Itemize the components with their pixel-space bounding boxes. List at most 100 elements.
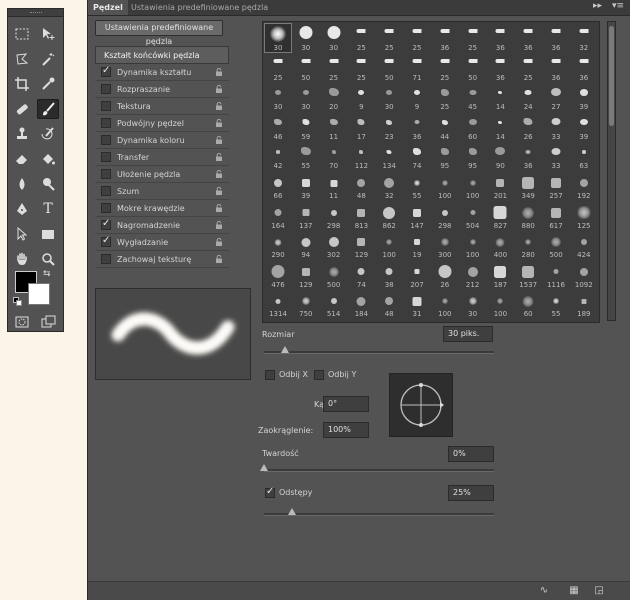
lock-icon[interactable] [215, 186, 223, 195]
lock-icon[interactable] [215, 135, 223, 144]
angle-field[interactable]: 0° [323, 396, 369, 412]
brush-tip-cell[interactable]: 257 [543, 172, 569, 200]
brush-tip-cell[interactable]: 100 [460, 172, 486, 200]
brush-tip-cell[interactable]: 25 [321, 54, 347, 82]
brush-tip-cell[interactable]: 46 [265, 113, 291, 141]
spacing-field[interactable]: 25% [448, 485, 494, 501]
brush-option-checkbox[interactable] [101, 135, 111, 145]
brush-tip-cell[interactable]: 71 [404, 54, 430, 82]
brush-tip-cell[interactable]: 70 [321, 142, 347, 170]
crop-tool[interactable] [11, 74, 33, 94]
brush-tip-cell[interactable]: 302 [321, 231, 347, 259]
brush-tip-cell[interactable]: 862 [376, 202, 402, 230]
brush-option-checkbox[interactable] [101, 65, 111, 77]
brush-tip-cell[interactable]: 36 [543, 54, 569, 82]
angle-roundness-widget[interactable] [389, 373, 453, 437]
brush-tip-cell[interactable]: 55 [293, 142, 319, 170]
type-tool[interactable]: T [37, 199, 59, 219]
brush-tip-cell[interactable]: 189 [571, 290, 597, 318]
brush-tip-cell[interactable]: 1537 [515, 261, 541, 289]
brush-tip-cell[interactable]: 25 [460, 24, 486, 52]
brush-option-checkbox[interactable] [101, 152, 111, 162]
brush-tip-cell[interactable]: 36 [571, 54, 597, 82]
brush-tip-cell[interactable]: 30 [293, 83, 319, 111]
brush-tip-cell[interactable]: 504 [460, 202, 486, 230]
brush-tip-cell[interactable]: 36 [487, 54, 513, 82]
lock-icon[interactable] [215, 220, 223, 229]
brush-tip-cell[interactable]: 164 [265, 202, 291, 230]
brush-tip-cell[interactable]: 290 [265, 231, 291, 259]
clone-stamp-tool[interactable] [11, 124, 33, 144]
brush-tip-cell[interactable]: 100 [432, 172, 458, 200]
brush-option-item[interactable]: Zachowaj teksturę [95, 251, 229, 268]
brush-option-checkbox[interactable] [101, 101, 111, 111]
brush-option-item[interactable]: Transfer [95, 149, 229, 166]
brush-tip-cell[interactable]: 36 [404, 113, 430, 141]
brush-tip-cell[interactable]: 184 [348, 290, 374, 318]
background-color-swatch[interactable] [28, 283, 50, 305]
pen-tool[interactable] [11, 199, 33, 219]
brush-tip-cell[interactable]: 147 [404, 202, 430, 230]
brush-option-item[interactable]: Dynamika kształtu [95, 64, 229, 81]
brush-tip-cell[interactable]: 95 [460, 142, 486, 170]
brush-tip-cell[interactable]: 880 [515, 202, 541, 230]
brush-tip-cell[interactable]: 424 [571, 231, 597, 259]
brush-tip-cell[interactable]: 100 [432, 290, 458, 318]
lock-icon[interactable] [215, 203, 223, 212]
brush-tip-cell[interactable]: 24 [515, 83, 541, 111]
paint-bucket-tool[interactable] [37, 149, 59, 169]
rectangular-marquee-tool[interactable] [11, 24, 33, 44]
hardness-field[interactable]: 0% [448, 446, 494, 462]
brush-tip-cell[interactable]: 827 [487, 202, 513, 230]
brush-tip-cell[interactable]: 19 [404, 231, 430, 259]
brush-tip-cell[interactable]: 187 [487, 261, 513, 289]
brush-tip-cell[interactable]: 36 [515, 142, 541, 170]
brush-tip-cell[interactable]: 617 [543, 202, 569, 230]
lock-icon[interactable] [215, 84, 223, 93]
brush-tip-cell[interactable]: 94 [293, 231, 319, 259]
brush-tip-cell[interactable]: 112 [348, 142, 374, 170]
brush-tip-cell[interactable]: 36 [432, 24, 458, 52]
brush-tip-cell[interactable]: 66 [265, 172, 291, 200]
brush-tip-cell[interactable]: 298 [321, 202, 347, 230]
brush-tip-cell[interactable]: 60 [460, 113, 486, 141]
brush-tip-cell[interactable]: 50 [293, 54, 319, 82]
brush-tip-cell[interactable]: 48 [348, 172, 374, 200]
brush-option-checkbox[interactable] [101, 186, 111, 196]
brush-tip-shape-item[interactable]: Kształt końcówki pędzla [95, 46, 229, 64]
brush-tip-cell[interactable]: 25 [348, 54, 374, 82]
path-selection-tool[interactable] [11, 224, 33, 244]
brush-tip-cell[interactable]: 32 [571, 24, 597, 52]
brush-tip-cell[interactable]: 25 [404, 24, 430, 52]
brush-option-item[interactable]: Podwójny pędzel [95, 115, 229, 132]
size-field[interactable]: 30 piks. [443, 326, 493, 342]
brush-tip-cell[interactable]: 36 [515, 24, 541, 52]
brush-tip-cell[interactable]: 63 [571, 142, 597, 170]
brush-tip-cell[interactable]: 25 [265, 54, 291, 82]
brush-tip-cell[interactable]: 25 [515, 54, 541, 82]
brush-option-item[interactable]: Tekstura [95, 98, 229, 115]
scrollbar-thumb[interactable] [609, 26, 614, 126]
magic-wand-tool[interactable] [37, 49, 59, 69]
brush-toggle-icon[interactable]: ∿ [538, 585, 550, 597]
brush-option-checkbox[interactable] [101, 169, 111, 179]
brush-tip-cell[interactable]: 55 [543, 290, 569, 318]
brush-tip-cell[interactable]: 42 [265, 142, 291, 170]
brush-tip-cell[interactable]: 38 [376, 261, 402, 289]
brush-option-item[interactable]: Nagromadzenie [95, 217, 229, 234]
brush-tip-cell[interactable]: 32 [376, 172, 402, 200]
brush-tip-cell[interactable]: 192 [571, 172, 597, 200]
quick-mask-button[interactable] [11, 312, 33, 332]
brush-tip-cell[interactable]: 280 [515, 231, 541, 259]
lock-icon[interactable] [215, 237, 223, 246]
brush-tip-cell[interactable]: 9 [404, 83, 430, 111]
brush-tip-cell[interactable]: 1092 [571, 261, 597, 289]
hardness-slider[interactable] [260, 464, 494, 472]
hardness-slider-thumb[interactable] [260, 464, 268, 471]
brush-tip-cell[interactable]: 25 [348, 24, 374, 52]
brush-option-item[interactable]: Rozpraszanie [95, 81, 229, 98]
brush-tip-cell[interactable]: 14 [487, 83, 513, 111]
lock-icon[interactable] [215, 101, 223, 110]
brush-tip-cell[interactable]: 25 [432, 54, 458, 82]
eraser-tool[interactable] [11, 149, 33, 169]
